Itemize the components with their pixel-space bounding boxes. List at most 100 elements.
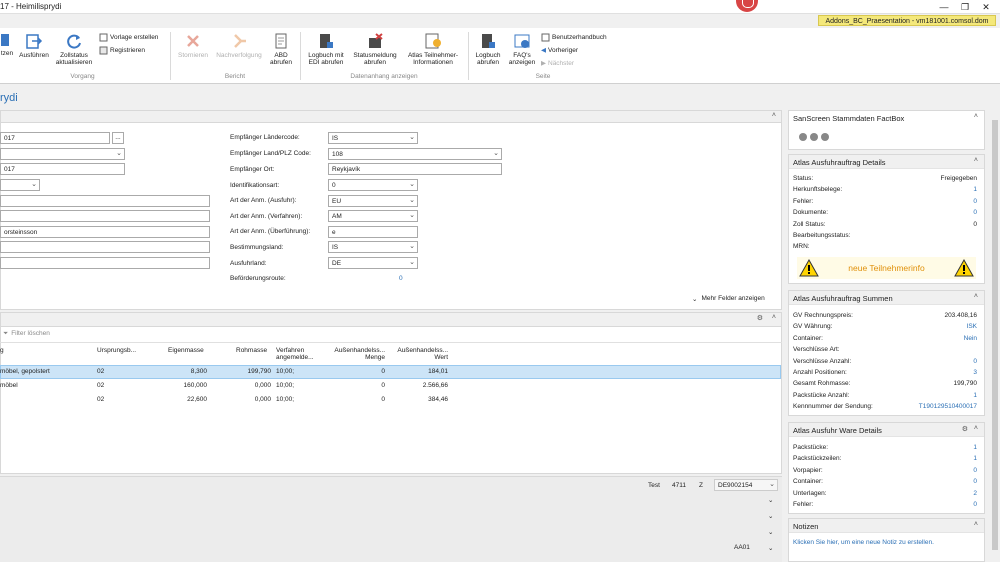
factbox-row-value[interactable]: 0 [973, 207, 977, 218]
table-cell[interactable]: 02 [97, 396, 127, 403]
table-cell[interactable]: 10;00; [276, 396, 316, 403]
collapse-icon[interactable]: ˄ [772, 112, 776, 119]
collapse-icon[interactable]: ˄ [974, 113, 978, 120]
empfaenger-laendercode-select[interactable]: IS ⌄ [328, 132, 418, 144]
collapse-icon[interactable]: ˄ [974, 521, 978, 528]
naechster-button[interactable]: ▶ Nächster [541, 59, 574, 68]
table-cell[interactable]: 160,000 [150, 382, 208, 389]
table-cell[interactable]: 10;00; [276, 382, 316, 389]
factbox-row-value[interactable]: 0 [973, 499, 977, 510]
factbox-row-value[interactable]: 1 [973, 390, 977, 401]
participant-info-banner[interactable]: neue Teilnehmerinfo [797, 256, 976, 279]
empfaenger-plz-select[interactable]: 108 ⌄ [328, 148, 502, 160]
vorlage-button[interactable]: Vorlage erstellen [99, 33, 158, 42]
table-cell[interactable]: 0,000 [215, 396, 271, 403]
statusmeldung-button[interactable]: Statusmeldung abrufen [350, 32, 400, 66]
factbox-row-value[interactable]: 3 [973, 367, 977, 378]
table-cell[interactable]: möbel, gepolstert [0, 368, 95, 375]
table-cell[interactable]: 384,46 [390, 396, 448, 403]
factbox-row-value[interactable]: 2 [973, 488, 977, 499]
dot-icon[interactable] [810, 133, 818, 141]
table-cell[interactable]: 02 [97, 382, 127, 389]
collapse-icon[interactable]: ˄ [772, 314, 776, 321]
gear-icon[interactable]: ⚙ [757, 314, 763, 322]
logbuch-button[interactable]: Logbuch abrufen [472, 32, 504, 66]
factbox-scrollbar[interactable] [990, 108, 1000, 562]
table-cell[interactable]: 8,300 [150, 368, 207, 375]
table-cell[interactable]: 0 [330, 368, 385, 375]
chevron-down-icon[interactable]: ⌄ [768, 512, 773, 520]
factbox-row-value[interactable]: 1 [973, 442, 977, 453]
left-field-9[interactable] [0, 257, 210, 269]
col-header-wert[interactable]: Außenhandelss... Wert [390, 347, 448, 361]
left-field-3[interactable]: 017 [0, 163, 125, 175]
factbox-row-value[interactable]: 0 [973, 196, 977, 207]
empfaenger-ort-input[interactable]: Reykjavík [328, 163, 502, 175]
left-field-1[interactable]: 017 [0, 132, 110, 144]
table-cell[interactable]: 199,790 [215, 368, 272, 375]
left-field-8[interactable] [0, 241, 210, 253]
col-header-desc[interactable]: g [0, 347, 4, 354]
factbox-row-value[interactable]: 0 [973, 465, 977, 476]
restore-icon[interactable]: ❐ [955, 1, 975, 13]
setzen-button[interactable]: tzen [0, 32, 14, 57]
lookup-button[interactable]: ... [112, 132, 124, 144]
dot-icon[interactable] [799, 133, 807, 141]
factbox-row-value[interactable]: Nein [964, 333, 977, 344]
benutzerhandbuch-button[interactable]: Benutzerhandbuch [541, 33, 607, 42]
atlas-teilnehmer-button[interactable]: Atlas Teilnehmer-Informationen [402, 32, 464, 66]
ausfuhrland-select[interactable]: DE ⌄ [328, 257, 418, 269]
left-field-7[interactable]: orsteinsson [0, 226, 210, 238]
table-cell[interactable]: 2.566,66 [390, 382, 448, 389]
factbox-row-value[interactable]: 1 [973, 184, 977, 195]
faq-button[interactable]: FAQ's anzeigen [506, 32, 538, 66]
registrieren-button[interactable]: Registrieren [99, 46, 145, 55]
table-cell[interactable]: 0 [330, 382, 385, 389]
factbox-row-value[interactable]: 0 [973, 476, 977, 487]
minimize-icon[interactable]: — [934, 1, 954, 13]
more-fields-link[interactable]: ⌄ Mehr Felder anzeigen [692, 295, 765, 303]
left-field-2[interactable]: ⌄ [0, 148, 125, 160]
collapse-icon[interactable]: ˄ [974, 293, 978, 300]
new-note-link[interactable]: Klicken Sie hier, um eine neue Notiz zu … [789, 533, 984, 552]
table-cell[interactable]: 02 [97, 368, 127, 375]
nachverfolgung-button[interactable]: Nachverfolgung [212, 32, 266, 59]
art-verfahren-select[interactable]: AM ⌄ [328, 210, 418, 222]
abd-button[interactable]: ABD abrufen [268, 32, 294, 66]
bottom-code-select[interactable]: DE9002154 ⌄ [714, 479, 778, 491]
chevron-down-icon[interactable]: ⌄ [768, 496, 773, 504]
befoerderungsroute-value[interactable]: 0 [399, 275, 403, 282]
table-cell[interactable]: 0 [330, 396, 385, 403]
stornieren-button[interactable]: Stornieren [174, 32, 212, 59]
table-cell[interactable]: möbel [0, 382, 95, 389]
bestimmungsland-select[interactable]: IS ⌄ [328, 241, 418, 253]
collapse-icon[interactable]: ˄ [974, 425, 978, 432]
col-header-ursprung[interactable]: Ursprungsb... [97, 347, 136, 354]
chevron-down-icon[interactable]: ⌄ [768, 544, 773, 552]
left-field-6[interactable] [0, 210, 210, 222]
left-field-4[interactable]: ⌄ [0, 179, 40, 191]
art-ausfuhr-select[interactable]: EU ⌄ [328, 195, 418, 207]
chevron-down-icon[interactable]: ⌄ [768, 528, 773, 536]
filter-clear[interactable]: ⏷ Filter löschen [3, 330, 50, 338]
col-header-verfahren[interactable]: Verfahren angemelde... [276, 347, 328, 361]
collapse-icon[interactable]: ˄ [974, 157, 978, 164]
col-header-rohmasse[interactable]: Rohmasse [236, 347, 267, 354]
table-cell[interactable]: 184,01 [390, 368, 448, 375]
left-field-5[interactable] [0, 195, 210, 207]
identifikationsart-select[interactable]: 0 ⌄ [328, 179, 418, 191]
col-header-menge[interactable]: Außenhandelss... Menge [330, 347, 385, 361]
art-ueberfuehrung-input[interactable]: e [328, 226, 418, 238]
scrollbar-thumb[interactable] [992, 120, 998, 550]
factbox-row-value[interactable]: ISK [967, 321, 977, 332]
factbox-row-value[interactable]: 0 [973, 356, 977, 367]
gear-icon[interactable]: ⚙ [962, 425, 968, 433]
factbox-row-value[interactable]: 1 [973, 453, 977, 464]
ausfuehren-button[interactable]: Ausführen [17, 32, 51, 59]
vorheriger-button[interactable]: ◀ Vorheriger [541, 46, 578, 55]
table-cell[interactable]: 0,000 [215, 382, 271, 389]
dot-icon[interactable] [821, 133, 829, 141]
factbox-row-value[interactable]: T190129510400017 [919, 401, 977, 412]
table-cell[interactable]: 10;00; [276, 368, 316, 375]
close-icon[interactable]: ✕ [976, 1, 996, 13]
